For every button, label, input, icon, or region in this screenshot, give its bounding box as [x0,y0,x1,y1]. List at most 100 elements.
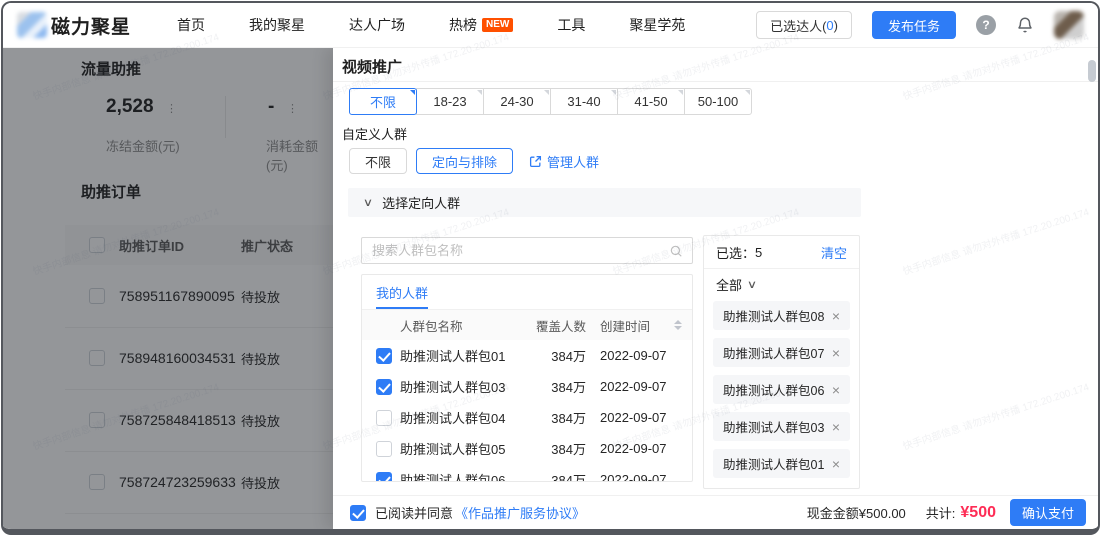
audience-checkbox[interactable] [376,440,392,457]
age-option-group: 不限 18-23 24-30 31-40 41-50 50-100 [349,88,752,115]
audience-row[interactable]: 助推测试人群包03 384万 2022-09-07 [362,371,692,402]
audience-search-box [361,237,693,264]
selected-audience-panel: 已选： 5 清空 全部 ∨ 助推测试人群包08 × 助推测试人群包07 × 助推测试… [703,235,860,489]
brand-title: 磁力聚星 [51,16,132,38]
drawer-footer: 已阅读并同意 《作品推广服务协议》 现金金额¥500.00 共计: ¥500 确… [333,495,1098,529]
audience-row[interactable]: 助推测试人群包05 384万 2022-09-07 [362,433,692,464]
navbar-right: 已选达人(0) 发布任务 ? [756,11,1084,39]
selected-filter-dropdown[interactable]: 全部 ∨ [704,269,859,299]
confirm-pay-button[interactable]: 确认支付 [1010,499,1086,526]
cash-amount: 现金金额¥500.00 [806,506,906,521]
audience-created: 2022-09-07 [600,441,667,456]
audience-created: 2022-09-07 [600,472,667,482]
agreement-link[interactable]: 《作品推广服务协议》 [455,503,585,522]
selected-talent-count: 0 [826,17,834,33]
audience-table-panel: 我的人群 人群包名称 覆盖人数 创建时间 助推测试人群包01 384万 2022… [361,274,693,482]
audience-row[interactable]: 助推测试人群包01 384万 2022-09-07 [362,340,692,371]
target-audience-collapse-header[interactable]: ∨ 选择定向人群 [348,188,861,217]
user-avatar[interactable] [1054,11,1084,39]
audience-row[interactable]: 助推测试人群包04 384万 2022-09-07 [362,402,692,433]
selected-chip: 助推测试人群包08 × [713,301,850,330]
audience-option-unlimited[interactable]: 不限 [349,148,408,174]
selected-chips-list: 助推测试人群包08 × 助推测试人群包07 × 助推测试人群包06 × 助推测试人群包… [704,299,859,480]
chevron-down-icon: ∨ [362,197,374,209]
audience-created: 2022-09-07 [600,379,667,394]
audience-name: 助推测试人群包04 [400,411,506,426]
total-label: 共计: [925,506,956,521]
selected-count: 5 [755,244,763,260]
drawer-scrollbar-thumb[interactable] [1088,60,1096,82]
new-badge: NEW [482,18,514,32]
manage-audience-link[interactable]: 管理人群 [529,152,599,171]
remove-chip-icon[interactable]: × [832,383,840,397]
audience-table-header: 人群包名称 覆盖人数 创建时间 [362,310,692,340]
age-option-41-50[interactable]: 41-50 [617,88,685,115]
col-created: 创建时间 [600,319,651,334]
selected-talent-button[interactable]: 已选达人(0) [756,11,852,39]
modal-dim-overlay[interactable] [3,48,333,529]
main-menu: 首页 我的聚星 达人广场 热榜 NEW 工具 聚星学苑 [177,15,685,35]
audience-coverage: 384万 [551,442,586,457]
audience-name: 助推测试人群包05 [400,442,506,457]
menu-item-my-juxing[interactable]: 我的聚星 [249,15,305,35]
notification-bell-icon[interactable] [1016,16,1034,34]
selected-chip: 助推测试人群包01 × [713,449,850,478]
audience-name: 助推测试人群包03 [400,380,506,395]
audience-coverage: 384万 [551,411,586,426]
tab-my-audience[interactable]: 我的人群 [376,275,429,309]
age-option-31-40[interactable]: 31-40 [550,88,618,115]
agreement-checkbox[interactable] [350,504,366,521]
menu-item-academy[interactable]: 聚星学苑 [629,15,685,35]
chevron-down-icon: ∨ [746,278,758,291]
age-option-unlimited[interactable]: 不限 [349,88,417,115]
age-option-24-30[interactable]: 24-30 [483,88,551,115]
menu-item-hot-list[interactable]: 热榜 NEW [449,15,514,35]
audience-checkbox[interactable] [376,409,392,426]
age-option-18-23[interactable]: 18-23 [416,88,484,115]
audience-option-target-exclude[interactable]: 定向与排除 [416,148,514,174]
selected-chip: 助推测试人群包07 × [713,338,850,367]
top-navbar: 磁力聚星 首页 我的聚星 达人广场 热榜 NEW 工具 聚星学苑 已选达人(0)… [3,3,1098,48]
menu-item-tools[interactable]: 工具 [557,15,585,35]
audience-search-input[interactable] [362,243,669,258]
menu-item-home[interactable]: 首页 [177,15,205,35]
col-audience-name: 人群包名称 [400,319,463,334]
remove-chip-icon[interactable]: × [832,309,840,323]
sort-created-icon[interactable] [674,320,686,330]
video-promotion-drawer: 视频推广 不限 18-23 24-30 31-40 41-50 50-100 自… [333,48,1098,529]
agreement-text: 已阅读并同意 [375,506,454,521]
audience-name: 助推测试人群包01 [400,349,506,364]
col-coverage: 覆盖人数 [536,319,587,334]
age-option-50-100[interactable]: 50-100 [684,88,752,115]
audience-checkbox[interactable] [376,347,392,364]
search-icon[interactable] [669,244,683,258]
selected-panel-header: 已选： 5 清空 [704,236,859,269]
custom-audience-options: 不限 定向与排除 管理人群 [349,148,599,174]
selected-chip: 助推测试人群包03 × [713,412,850,441]
audience-created: 2022-09-07 [600,348,667,363]
total-amount: ¥500 [960,503,996,521]
selected-chip: 助推测试人群包06 × [713,375,850,404]
audience-checkbox[interactable] [376,471,392,481]
audience-tabs: 我的人群 [362,275,692,310]
remove-chip-icon[interactable]: × [832,420,840,434]
audience-created: 2022-09-07 [600,410,667,425]
publish-task-button[interactable]: 发布任务 [871,11,956,39]
remove-chip-icon[interactable]: × [832,457,840,471]
help-icon[interactable]: ? [976,15,996,35]
audience-row[interactable]: 助推测试人群包06 384万 2022-09-07 [362,464,692,482]
order-status: 待投放 [241,535,280,536]
external-link-icon [530,155,542,167]
drawer-title: 视频推广 [342,59,403,76]
audience-name: 助推测试人群包06 [400,473,506,482]
audience-coverage: 384万 [551,473,586,482]
browser-window: 磁力聚星 首页 我的聚星 达人广场 热榜 NEW 工具 聚星学苑 已选达人(0)… [1,1,1100,535]
audience-coverage: 384万 [551,380,586,395]
audience-coverage: 384万 [551,349,586,364]
custom-audience-label: 自定义人群 [342,127,408,142]
remove-chip-icon[interactable]: × [832,346,840,360]
menu-item-talent-market[interactable]: 达人广场 [349,15,405,35]
audience-checkbox[interactable] [376,378,392,395]
clear-all-link[interactable]: 清空 [821,243,847,262]
drawer-title-divider [333,81,1098,82]
